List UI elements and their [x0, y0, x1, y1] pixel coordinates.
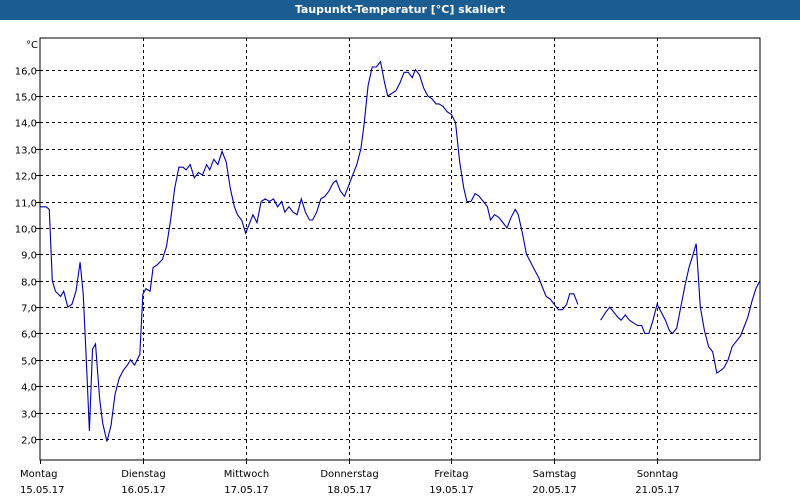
y-axis-unit-label: °C	[26, 40, 38, 51]
y-tick-label: 11,0	[15, 199, 37, 210]
y-tick-label: 13,0	[15, 146, 37, 157]
grid-lines	[36, 37, 761, 464]
x-tick-day-label: Montag	[20, 469, 57, 480]
y-tick-label: 9,0	[21, 251, 37, 262]
series-line-segment	[40, 60, 579, 442]
y-tick-label: 3,0	[21, 410, 37, 421]
y-tick-label: 4,0	[21, 383, 37, 394]
x-tick-day-label: Dienstag	[121, 469, 166, 480]
y-tick-label: 5,0	[21, 357, 37, 368]
plot-frame	[39, 37, 761, 461]
x-tick-date-label: 18.05.17	[327, 485, 372, 496]
y-tick-label: 12,0	[15, 172, 37, 183]
series-lines	[40, 60, 761, 442]
x-tick-day-label: Sonntag	[637, 469, 679, 480]
x-tick-date-label: 19.05.17	[429, 485, 474, 496]
x-tick-day-label: Donnerstag	[320, 469, 378, 480]
y-tick-label: 6,0	[21, 330, 37, 341]
series-line-segment	[600, 243, 761, 374]
x-tick-date-label: 20.05.17	[532, 485, 577, 496]
y-tick-label: 2,0	[21, 436, 37, 447]
y-tick-label: 14,0	[15, 119, 37, 130]
dewpoint-chart: 2,0 3,0 4,0 5,0 6,0 7,0 8,0 9,0 10,0 11,0 12,0 13,0…	[15, 37, 761, 496]
x-tick-day-label: Mittwoch	[224, 469, 269, 480]
y-tick-label: 10,0	[15, 225, 37, 236]
x-tick-date-label: 17.05.17	[224, 485, 269, 496]
y-tick-label: 15,0	[15, 93, 37, 104]
chart-window: Taupunkt-Temperatur [°C] skaliert 2,0 3,0…	[0, 0, 800, 500]
y-tick-label: 7,0	[21, 304, 37, 315]
x-tick-day-label: Freitag	[434, 469, 468, 480]
x-tick-date-label: 21.05.17	[635, 485, 680, 496]
x-tick-day-label: Samstag	[533, 469, 577, 480]
x-tick-date-label: 16.05.17	[121, 485, 166, 496]
y-tick-label: 8,0	[21, 278, 37, 289]
y-tick-label: 16,0	[15, 67, 37, 78]
x-tick-date-label: 15.05.17	[20, 485, 65, 496]
